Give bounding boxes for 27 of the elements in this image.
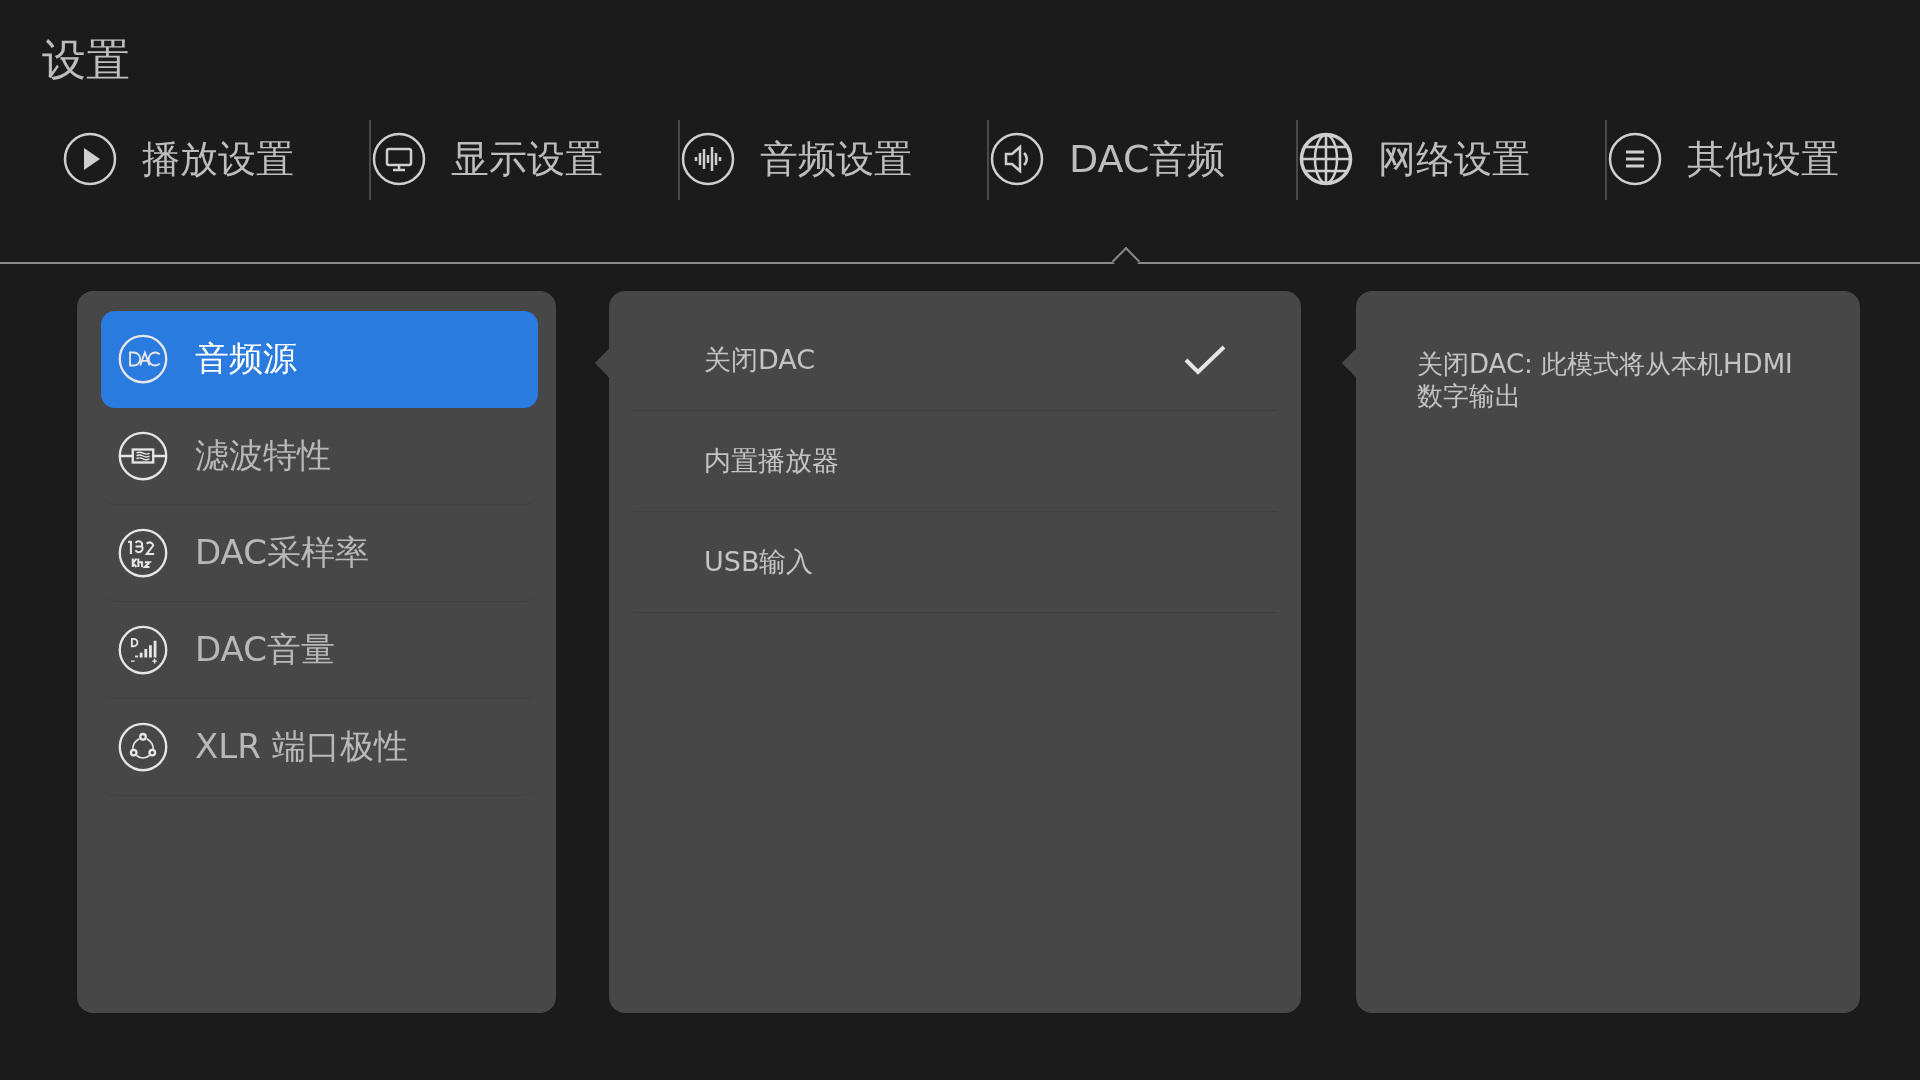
tab[interactable]: 播放设置 <box>62 128 294 190</box>
play-icon <box>62 131 118 187</box>
tab[interactable]: 网络设置 <box>1298 128 1530 190</box>
tab[interactable]: DAC音频 <box>989 128 1226 190</box>
monitor-icon <box>371 131 427 187</box>
option-item[interactable]: 关闭DAC <box>633 310 1277 411</box>
description-text: 关闭DAC: 此模式将从本机HDMI数字输出 <box>1417 348 1794 412</box>
filter-icon <box>117 430 169 482</box>
option-item[interactable]: 内置播放器 <box>633 411 1277 512</box>
menu-item[interactable]: DAC采样率 <box>101 505 538 602</box>
menu-item[interactable]: 滤波特性 <box>101 408 538 505</box>
tab[interactable]: 显示设置 <box>371 128 603 190</box>
dac-icon <box>117 333 169 385</box>
menu-item[interactable]: DAC音量 <box>101 602 538 699</box>
volume-bars-icon <box>117 624 169 676</box>
tab[interactable]: 其他设置 <box>1607 128 1839 190</box>
menu-item[interactable]: 音频源 <box>101 311 538 408</box>
page-title: 设置 <box>41 33 131 87</box>
globe-icon <box>1298 131 1354 187</box>
sound-wave-icon <box>680 131 736 187</box>
connector-icon <box>117 721 169 773</box>
speaker-icon <box>989 131 1045 187</box>
tab[interactable]: 音频设置 <box>680 128 912 190</box>
option-item[interactable]: USB输入 <box>633 512 1277 613</box>
menu-icon <box>1607 131 1663 187</box>
sample-rate-icon <box>117 527 169 579</box>
menu-item[interactable]: XLR 端口极性 <box>101 699 538 796</box>
